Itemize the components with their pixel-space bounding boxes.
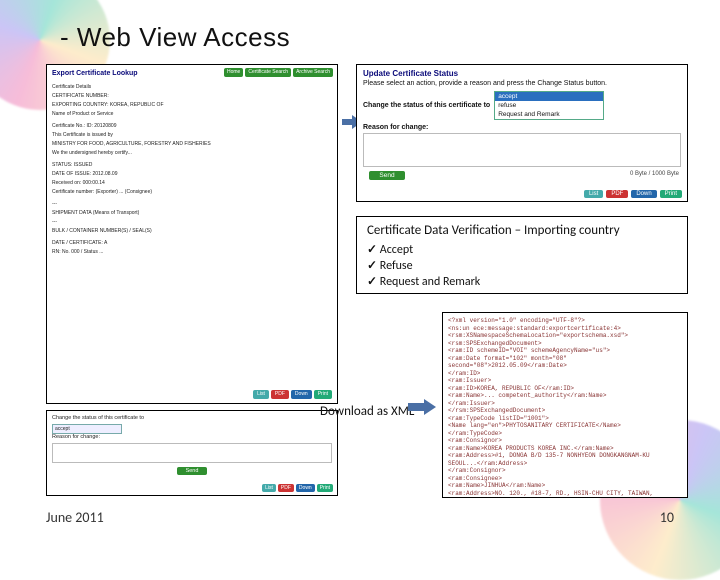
annotation-box: Certificate Data Verification – Importin… <box>356 216 688 294</box>
pdf-button[interactable]: PDF <box>278 484 294 492</box>
update-status-reason-label: Reason for change: <box>363 124 681 131</box>
update-status-listbox[interactable]: accept refuse Request and Remark <box>494 91 604 120</box>
status-change-panel: Change the status of this certificate to… <box>46 410 338 496</box>
update-status-panel: Update Certificate Status Please select … <box>356 64 688 202</box>
footer-date: June 2011 <box>46 509 104 526</box>
list-button[interactable]: List <box>584 190 603 198</box>
nav-home-button[interactable]: Home <box>224 68 243 77</box>
cert-lookup-footer-buttons: ListPDFDownPrint <box>253 390 332 399</box>
down-button[interactable]: Down <box>631 190 656 198</box>
cert-lookup-line: Certificate Details <box>52 84 332 91</box>
cert-lookup-line: EXPORTING COUNTRY: KOREA, REPUBLIC OF <box>52 102 332 109</box>
status-change-send-button[interactable]: Send <box>177 467 207 475</box>
print-button[interactable]: Print <box>314 390 332 399</box>
xml-line: <ram:Name>KOREA PRODUCTS KOREA INC.</ram… <box>448 445 682 453</box>
pdf-button[interactable]: PDF <box>606 190 628 198</box>
update-status-footer: ListPDFDown Print <box>584 190 682 198</box>
cert-lookup-line: Certificate number: (Exporter) ... (Cons… <box>52 189 332 196</box>
cert-lookup-line: RN: No. 000 / Status ... <box>52 249 332 256</box>
update-status-textarea[interactable] <box>363 133 681 167</box>
cert-lookup-line: --- <box>52 219 332 226</box>
cert-lookup-line: Certificate No.: ID: 20120809 <box>52 123 332 130</box>
cert-lookup-line: STATUS: ISSUED <box>52 162 332 169</box>
list-button[interactable]: List <box>253 390 269 399</box>
xml-line: </ram:Issuer> <box>448 400 682 408</box>
cert-lookup-line: CERTIFICATE NUMBER: <box>52 93 332 100</box>
annotation-item: Refuse <box>367 258 677 274</box>
xml-line: </ram:Consignor> <box>448 467 682 475</box>
xml-line: <?xml version="1.0" encoding="UTF-8"?> <box>448 317 682 325</box>
update-status-header: Update Certificate Status <box>363 69 681 78</box>
cert-lookup-line: BULK / CONTAINER NUMBER(S) / SEAL(S) <box>52 228 332 235</box>
xml-line: </ram:ID> <box>448 370 682 378</box>
down-button[interactable]: Down <box>291 390 312 399</box>
print-button[interactable]: Print <box>317 484 333 492</box>
download-xml-label: Download as XML <box>320 404 414 419</box>
cert-lookup-line: DATE OF ISSUE: 2012.08.09 <box>52 171 332 178</box>
xml-line: <ns:un ece:message:standard:exportcertif… <box>448 325 682 333</box>
xml-line: <ram:Consignor> <box>448 437 682 445</box>
xml-line: </ram:TypeCode> <box>448 430 682 438</box>
status-change-reason-label: Reason for change: <box>52 434 332 440</box>
list-button[interactable]: List <box>262 484 276 492</box>
xml-line: </rsm:SPSExchangedDocument> <box>448 407 682 415</box>
cert-lookup-line: MINISTRY FOR FOOD, AGRICULTURE, FORESTRY… <box>52 141 332 148</box>
option-refuse[interactable]: refuse <box>495 101 603 110</box>
cert-lookup-line: --- <box>52 201 332 208</box>
update-status-instruction: Please select an action, provide a reaso… <box>363 80 681 87</box>
xml-line: <ram:Address>NO. 120., #18-7, RD., HSIN-… <box>448 490 682 499</box>
xml-line: <ram:Issuer> <box>448 377 682 385</box>
annotation-item: Request and Remark <box>367 274 677 290</box>
cert-lookup-top-buttons: Home Certificate Search Archive Search <box>224 68 333 77</box>
xml-line: <ram:ID>KOREA, REPUBLIC OF</ram:ID> <box>448 385 682 393</box>
xml-line: <Name lang="en">PHYTOSANITARY CERTIFICAT… <box>448 422 682 430</box>
nav-archive-button[interactable]: Archive Search <box>293 68 333 77</box>
cert-lookup-line: This Certificate is issued by <box>52 132 332 139</box>
xml-line: <ram:ID schemeID="VOI" schemeAgencyName=… <box>448 347 682 355</box>
option-request-remark[interactable]: Request and Remark <box>495 110 603 119</box>
xml-line: <ram:Consignee> <box>448 475 682 483</box>
xml-line: <ram:Name>JINHUA</ram:Name> <box>448 482 682 490</box>
cert-lookup-line: We the undersigned hereby certify... <box>52 150 332 157</box>
byte-counter: 0 Byte / 1000 Byte <box>630 171 679 177</box>
xml-line: <ram:Name>... competent_authority</ram:N… <box>448 392 682 400</box>
status-change-select[interactable]: accept <box>52 424 122 434</box>
update-status-send-button[interactable]: Send <box>369 171 405 180</box>
update-status-change-label: Change the status of this certificate to <box>363 102 490 109</box>
slide-title: - Web View Access <box>60 22 290 53</box>
status-change-textarea[interactable] <box>52 443 332 463</box>
xml-output-panel: <?xml version="1.0" encoding="UTF-8"?><n… <box>442 312 688 498</box>
page-number: 10 <box>660 509 674 526</box>
cert-lookup-line: DATE / CERTIFICATE: A <box>52 240 332 247</box>
print-button[interactable]: Print <box>660 190 682 198</box>
annotation-item: Accept <box>367 242 677 258</box>
xml-line: <ram:Address>#1, DONGA B/D 135-7 NONHYEO… <box>448 452 682 467</box>
xml-line: <rsm:XSNamespaceSchemaLocation="exportsc… <box>448 332 682 340</box>
arrow-icon <box>408 400 436 414</box>
cert-lookup-line: Received on: 000:00.14 <box>52 180 332 187</box>
annotation-title: Certificate Data Verification – Importin… <box>367 223 677 238</box>
pdf-button[interactable]: PDF <box>271 390 289 399</box>
down-button[interactable]: Down <box>296 484 315 492</box>
xml-line: <ram:Date format="102" month="08" second… <box>448 355 682 370</box>
nav-certsearch-button[interactable]: Certificate Search <box>245 68 291 77</box>
xml-line: <ram:TypeCode listID="1001"> <box>448 415 682 423</box>
certificate-lookup-panel: Export Certificate Lookup Home Certifica… <box>46 64 338 404</box>
option-accept[interactable]: accept <box>495 92 603 101</box>
cert-lookup-line: Name of Product or Service <box>52 111 332 118</box>
xml-line: <rsm:SPSExchangedDocument> <box>448 340 682 348</box>
status-change-footer: ListPDFDownPrint <box>262 484 333 492</box>
cert-lookup-line: SHIPMENT DATA (Means of Transport) <box>52 210 332 217</box>
status-change-line: Change the status of this certificate to <box>52 415 332 421</box>
